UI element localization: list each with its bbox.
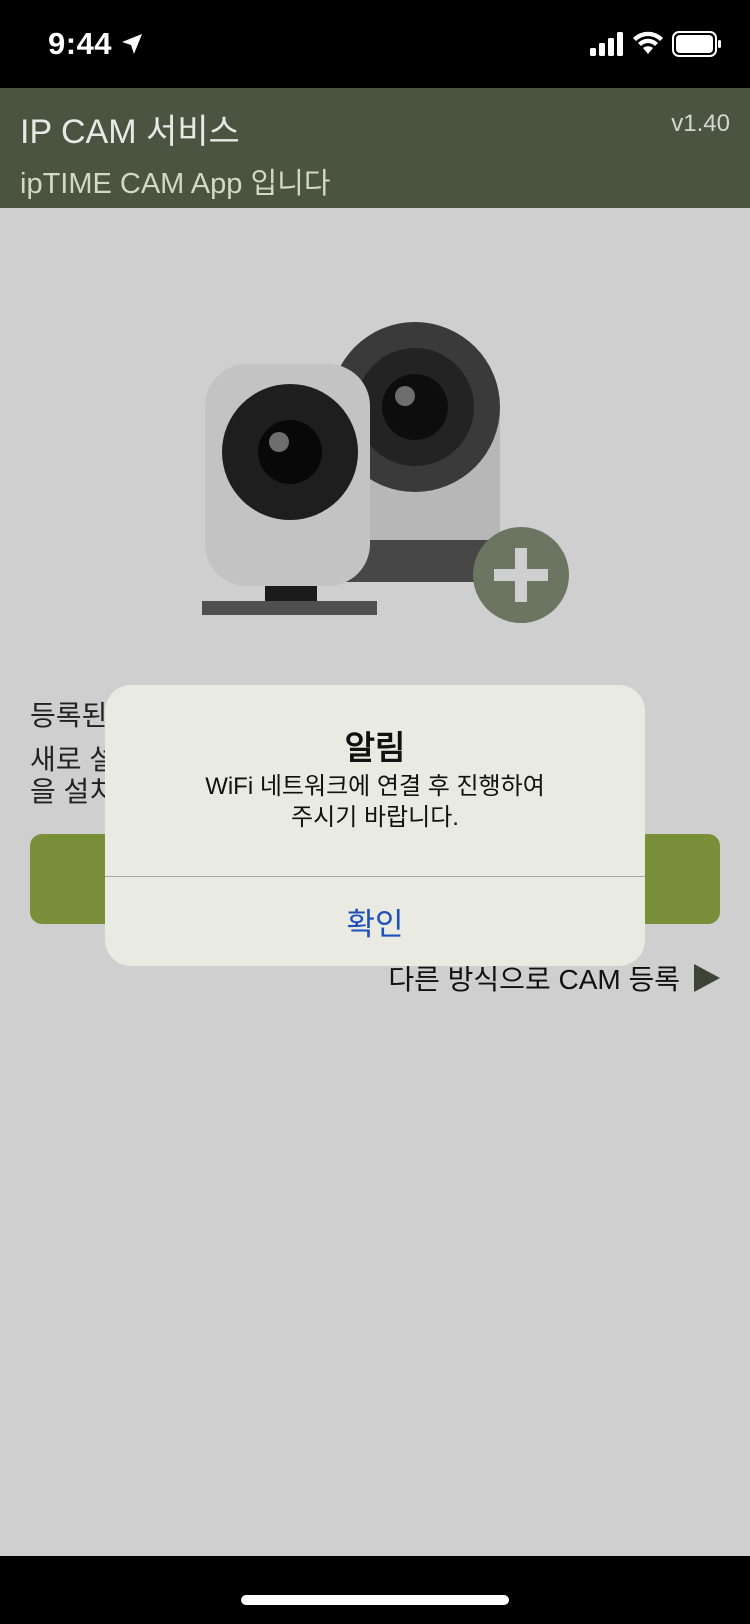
app-header: IP CAM 서비스 v1.40 ipTIME CAM App 입니다	[0, 88, 750, 208]
cellular-signal-icon	[590, 32, 623, 56]
alert-message-line1: WiFi 네트워크에 연결 후 진행하여	[205, 773, 545, 800]
home-indicator[interactable]	[241, 1595, 509, 1605]
alert-confirm-button[interactable]: 확인	[105, 877, 645, 966]
app-subtitle: ipTIME CAM App 입니다	[20, 168, 331, 200]
app-title: IP CAM 서비스	[20, 113, 240, 151]
alert-dialog: 알림 WiFi 네트워크에 연결 후 진행하여 주시기 바랍니다. 확인	[105, 685, 645, 966]
play-arrow-icon	[694, 964, 720, 992]
location-arrow-icon	[122, 34, 142, 54]
bottom-bar	[0, 1556, 750, 1624]
app-version: v1.40	[671, 110, 730, 137]
ip-camera-illustration	[202, 322, 569, 623]
status-bar: 9:44	[0, 0, 750, 88]
alert-message-line2: 주시기 바랍니다.	[291, 804, 459, 831]
battery-icon	[672, 31, 721, 57]
alert-title: 알림	[344, 729, 406, 766]
wifi-icon	[633, 31, 663, 54]
status-time: 9:44	[48, 26, 113, 61]
alert-message: WiFi 네트워크에 연결 후 진행하여 주시기 바랍니다.	[145, 771, 605, 833]
